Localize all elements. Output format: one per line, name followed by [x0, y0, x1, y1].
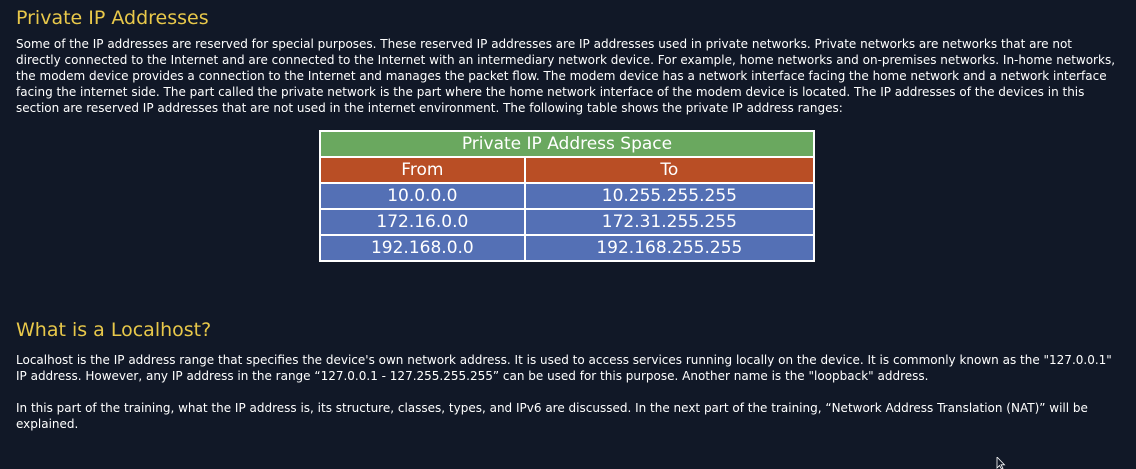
table-cell-to: 10.255.255.255 [523, 182, 816, 210]
table-row: 10.0.0.0 10.255.255.255 [319, 182, 816, 210]
private-ip-table: Private IP Address Space From To 10.0.0.… [319, 130, 816, 262]
training-summary-paragraph: In this part of the training, what the I… [16, 401, 1088, 431]
private-ip-paragraph: Some of the IP addresses are reserved fo… [16, 37, 1116, 115]
table-title: Private IP Address Space [319, 130, 815, 158]
table-row: 172.16.0.0 172.31.255.255 [319, 208, 816, 236]
private-ip-table-container: Private IP Address Space From To 10.0.0.… [319, 130, 816, 262]
table-row: 192.168.0.0 192.168.255.255 [319, 234, 816, 262]
table-cell-to: 172.31.255.255 [523, 208, 816, 236]
table-cell-from: 172.16.0.0 [319, 208, 526, 236]
localhost-paragraph: Localhost is the IP address range that s… [16, 353, 1112, 383]
content-page: Private IP Addresses Some of the IP addr… [16, 6, 1120, 432]
table-cell-from: 10.0.0.0 [319, 182, 526, 210]
column-header-from: From [319, 156, 526, 184]
table-header-row: From To [319, 156, 816, 184]
mouse-pointer-icon [996, 457, 1006, 469]
localhost-section: What is a Localhost? Localhost is the IP… [16, 318, 1120, 432]
table-cell-from: 192.168.0.0 [319, 234, 526, 262]
section-heading-private-ip: Private IP Addresses [16, 7, 209, 29]
table-cell-to: 192.168.255.255 [523, 234, 816, 262]
table-title-row: Private IP Address Space [319, 130, 815, 158]
section-heading-localhost: What is a Localhost? [16, 319, 212, 341]
column-header-to: To [523, 156, 816, 184]
